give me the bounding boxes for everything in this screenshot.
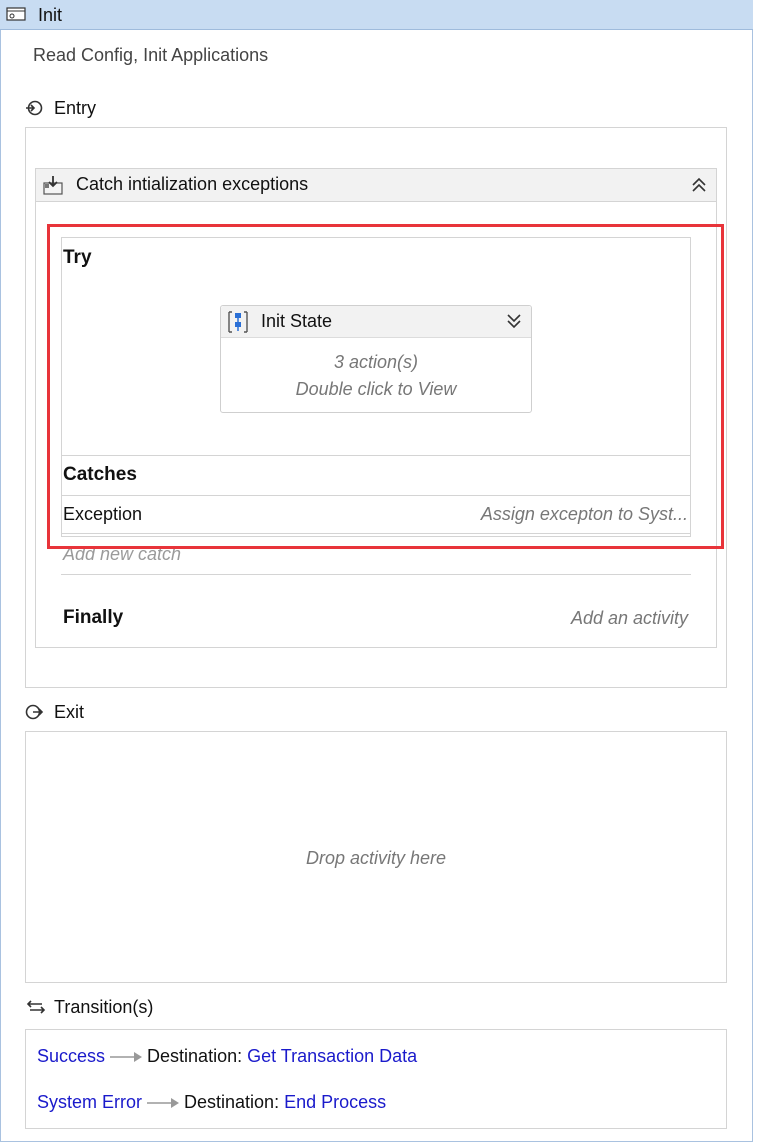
entry-label: Entry bbox=[54, 98, 97, 118]
transition-row[interactable]: Success Destination: Get Transaction Data bbox=[37, 1046, 457, 1067]
arrow-icon bbox=[110, 1052, 143, 1063]
transitions-label: Transition(s) bbox=[54, 997, 154, 1017]
exit-label: Exit bbox=[54, 702, 85, 722]
transition-row[interactable]: System Error Destination: End Process bbox=[37, 1092, 537, 1113]
transitions-icon bbox=[26, 1000, 46, 1014]
finally-label: Finally bbox=[63, 607, 124, 628]
transition-destination[interactable]: End Process bbox=[284, 1092, 386, 1112]
exit-icon bbox=[25, 704, 44, 720]
destination-label: Destination: bbox=[184, 1092, 280, 1112]
exit-drop-area[interactable]: Drop activity here bbox=[25, 731, 727, 983]
state-title-bar[interactable]: Init bbox=[0, 0, 753, 30]
finally-add-activity[interactable]: Add an activity bbox=[571, 608, 688, 629]
destination-label: Destination: bbox=[147, 1046, 243, 1066]
transition-destination[interactable]: Get Transaction Data bbox=[247, 1046, 417, 1066]
try-catch-icon bbox=[43, 176, 63, 195]
arrow-icon bbox=[147, 1098, 180, 1109]
entry-icon bbox=[26, 100, 43, 116]
highlight-annotation bbox=[47, 224, 724, 549]
try-catch-title: Catch intialization exceptions bbox=[76, 174, 309, 194]
state-title: Init bbox=[38, 5, 63, 25]
state-description[interactable]: Read Config, Init Applications bbox=[33, 45, 268, 66]
transitions-list: Success Destination: Get Transaction Data… bbox=[25, 1029, 727, 1129]
divider bbox=[61, 574, 691, 575]
transition-trigger[interactable]: Success bbox=[37, 1046, 105, 1066]
drop-activity-hint: Drop activity here bbox=[305, 848, 447, 868]
state-icon bbox=[6, 7, 26, 21]
transition-trigger[interactable]: System Error bbox=[37, 1092, 142, 1112]
try-catch-header[interactable]: Catch intialization exceptions bbox=[35, 168, 717, 202]
collapse-icon[interactable] bbox=[690, 176, 708, 194]
